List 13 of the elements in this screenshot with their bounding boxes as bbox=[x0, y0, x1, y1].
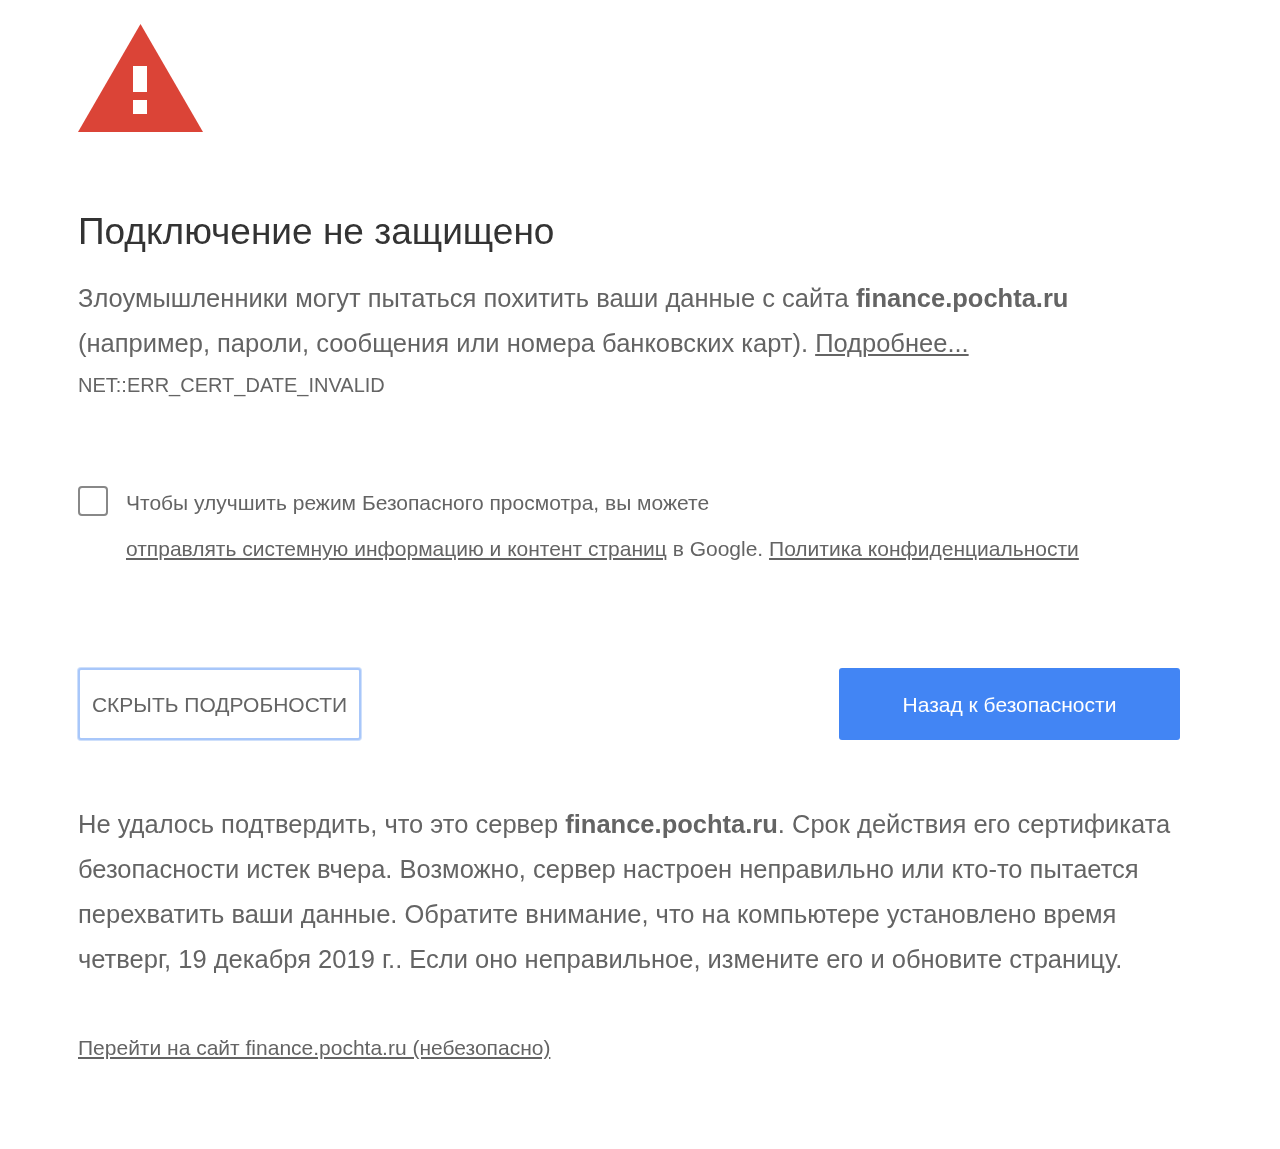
warning-paragraph: Злоумышленники могут пытаться похитить ваши данные с сайта finance.pochta.ru (например, пароли, сообщения или номера банковских карт). Подробнее... bbox=[78, 283, 1070, 360]
details-paragraph: Не удалось подтвердить, что это сервер finance.pochta.ru. Срок действия его сертификата безопасности истек вчера. Возможно, сервер настроен неправильно или кто-то пытается перехватить ваши данные. Обратите внимание, что на компьютере установлено время четверг, 19 декабря 2019 г.. Если оно неправильное, измените его и обновите страницу. bbox=[78, 809, 1172, 976]
details-button[interactable]: СКРЫТЬ ПОДРОБНОСТИ bbox=[78, 668, 361, 741]
back-button[interactable]: Назад к безопасности bbox=[839, 668, 1180, 741]
page-heading: Подключение не защищено bbox=[78, 210, 556, 254]
checkbox-label: Чтобы улучшить режим Безопасного просмотра, вы можете отправлять системную информацию и контент страниц в Google. Политика конфиденциальности bbox=[126, 490, 1080, 563]
link[interactable]: Политика конфиденциальности bbox=[769, 537, 1079, 561]
checkbox[interactable] bbox=[78, 486, 108, 517]
error-code: NET::ERR_CERT_DATE_INVALID bbox=[78, 373, 386, 399]
link[interactable]: отправлять системную информацию и контент страниц bbox=[126, 537, 667, 561]
warning-icon bbox=[78, 24, 203, 132]
proceed-link[interactable]: Перейти на сайт finance.pochta.ru (небезопасно) bbox=[78, 1032, 551, 1064]
link[interactable]: Подробнее... bbox=[815, 329, 969, 358]
